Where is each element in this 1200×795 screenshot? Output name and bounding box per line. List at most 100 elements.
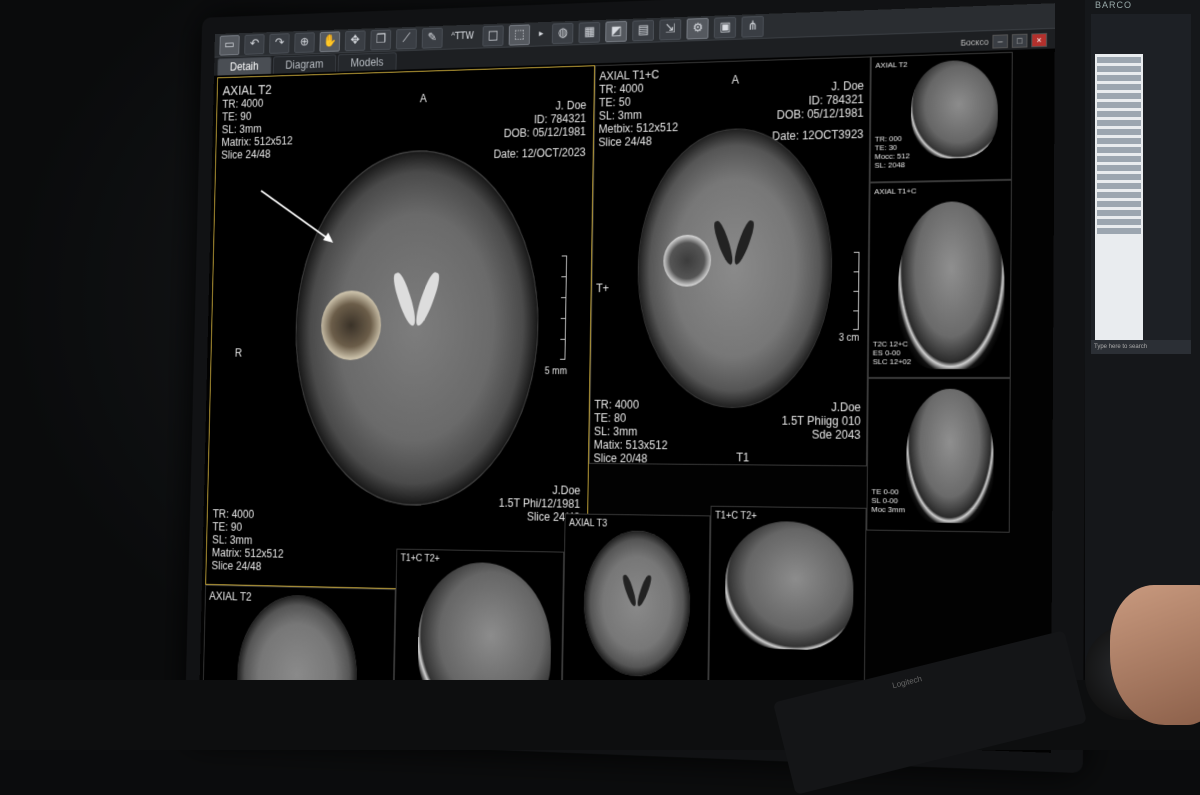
pan-hand-icon[interactable]: ✋ (319, 30, 341, 52)
tr-value: TR: 4000 (222, 96, 264, 111)
coronal-image (905, 388, 994, 524)
ventricle (711, 219, 736, 267)
sagittal-image (910, 59, 999, 160)
scale-bar (557, 255, 568, 360)
window-controls: Босксо – □ × (960, 33, 1048, 50)
scale-label: 3 cm (838, 332, 860, 344)
text-tool-button[interactable]: ᴬTTW (448, 27, 478, 47)
patient-name: J. Doe (831, 78, 864, 94)
thumb-label: T1+C T2+ (400, 553, 440, 565)
bottom-left-info-1: TE: 80 (593, 411, 627, 425)
open-folder-icon[interactable]: ▭ (219, 34, 240, 56)
thumb-label: AXIAL T2 (208, 589, 252, 604)
axial-t1c-brain-image (635, 126, 834, 409)
series-label: AXIAL T1+C (599, 67, 660, 84)
thumb-info: TR: 000 TE: 30 Mocc: 512 SL: 2048 (874, 134, 910, 170)
viewport-axial-t2[interactable]: AXIAL T2 TR: 4000 TE: 90 SL: 3mm Matrix:… (205, 65, 596, 594)
redo-icon[interactable]: ↷ (269, 32, 290, 54)
axial-image (582, 529, 691, 678)
keyboard-brand: Logitech (891, 674, 923, 691)
orientation-bottom-marker: T1 (736, 450, 750, 465)
matrix-value: Matrix: 512x512 (221, 134, 293, 149)
network-icon[interactable]: ⋔ (741, 15, 765, 38)
export-icon[interactable]: ▣ (714, 16, 737, 39)
sl-value: SL: 3mm (221, 122, 262, 137)
pen-icon[interactable]: ✎ (421, 27, 443, 49)
bottom-right-info-2: Sde 2043 (811, 427, 861, 442)
tab-detail[interactable]: Detaih (217, 56, 272, 76)
roi-square-icon[interactable]: □ (482, 24, 504, 47)
maximize-button[interactable]: □ (1011, 33, 1028, 48)
sagittal-image (724, 520, 855, 651)
enhancing-lesion (663, 234, 712, 287)
viewport-axial-t1c[interactable]: AXIAL T1+C TR: 4000 TE: 50 SL: 3mm Metbi… (588, 56, 871, 467)
bottom-right-info-0: J.Doe (831, 400, 861, 415)
study-date: Date: 12OCT3923 (772, 127, 864, 144)
copy-icon[interactable]: ❐ (370, 29, 392, 50)
bottom-right-info-0: J.Doe (552, 483, 581, 498)
zoom-icon[interactable]: ⊕ (294, 31, 315, 53)
annotation-arrow-icon (256, 184, 342, 250)
secondary-screen: Type here to search (1091, 14, 1191, 354)
taskbar-search[interactable]: Type here to search (1091, 340, 1191, 354)
series-label: AXIAL T2 (222, 81, 272, 99)
thumb-label: T1+C T2+ (715, 510, 757, 522)
settings-gear-icon[interactable]: ⚙ (686, 17, 709, 40)
tab-models[interactable]: Models (337, 52, 397, 72)
te-value: TE: 90 (221, 109, 252, 124)
matrix-value: Metbix: 512x512 (598, 120, 679, 136)
tr-value: TR: 4000 (599, 81, 644, 97)
ventricle (412, 270, 443, 328)
sl-value: SL: 3mm (598, 108, 643, 123)
layout-icon[interactable]: ▤ (632, 19, 655, 41)
window-level-icon[interactable]: ◩ (605, 20, 628, 42)
ventricle (621, 573, 639, 608)
bottom-left-info-4: Slice 20/48 (593, 451, 648, 466)
thumb-info: TE 0-00 SL 0-00 Moc 3mm (871, 487, 906, 515)
bottom-right-info-1: 1.5T Phiigg 010 (781, 413, 861, 429)
file-tree-panel (1095, 54, 1143, 344)
bottom-right-info-1: 1.5T Phi/12/1981 (498, 496, 581, 511)
ventricle (390, 270, 419, 328)
move-icon[interactable]: ✥ (344, 29, 366, 51)
import-icon[interactable]: ⇲ (659, 18, 682, 40)
window-title: Босксо (960, 36, 989, 48)
orientation-top-marker: A (419, 91, 427, 106)
tab-diagram[interactable]: Diagram (272, 54, 337, 74)
thumb-label: AXIAL T1+C (874, 186, 917, 197)
thumb-info: T2C 12+C ES 0-00 SLC 12+02 (872, 339, 912, 367)
slice-value: Slice 24/48 (221, 147, 271, 162)
scale-label: 5 mm (544, 366, 568, 377)
globe-icon[interactable]: ◍ (552, 22, 574, 44)
bottom-left-info-0: TR: 4000 (594, 397, 640, 412)
select-region-icon[interactable]: ⬚ (508, 23, 531, 46)
orientation-left-marker: T+ (595, 281, 610, 295)
pacs-viewer-screen: ▭ ↶ ↷ ⊕ ✋ ✥ ❐ ⟋ ✎ ᴬTTW □ ⬚ ▸ ◍ ▦ ◩ ▤ ⇲ ⚙… (198, 3, 1056, 753)
viewport-thumb-right-1[interactable]: AXIAL T1+C T2C 12+C ES 0-00 SLC 12+02 (867, 179, 1012, 378)
scale-bar (850, 251, 860, 330)
viewport-thumb-right-2[interactable]: TE 0-00 SL 0-00 Moc 3mm (866, 377, 1011, 533)
patient-id: ID: 784321 (533, 111, 587, 127)
study-date: Date: 12/OCT/2023 (493, 145, 586, 161)
measure-icon[interactable]: ⟋ (395, 28, 417, 50)
play-icon[interactable]: ▸ (535, 24, 547, 43)
grid-icon[interactable]: ▦ (578, 21, 601, 43)
bottom-left-info-2: SL: 3mm (593, 424, 638, 439)
bottom-left-info-1: TE: 90 (212, 520, 243, 534)
undo-icon[interactable]: ↶ (244, 33, 265, 55)
bottom-left-info-3: Matix: 513x512 (593, 438, 668, 453)
patient-dob: DOB: 05/12/1981 (503, 124, 587, 141)
coronal-image (897, 200, 1005, 370)
viewport-thumb-right-0[interactable]: AXIAL T2 TR: 000 TE: 30 Mocc: 512 SL: 20… (869, 51, 1013, 183)
minimize-button[interactable]: – (992, 34, 1009, 49)
patient-dob: DOB: 05/12/1981 (776, 105, 864, 122)
ventricle (635, 574, 654, 608)
te-value: TE: 50 (598, 95, 631, 110)
bottom-left-info-2: SL: 3mm (211, 533, 253, 547)
patient-name: J. Doe (555, 98, 587, 113)
thumb-label: AXIAL T2 (875, 60, 908, 70)
orientation-top-marker: A (731, 73, 740, 87)
bottom-left-info-4: Slice 24/48 (211, 559, 262, 574)
close-button[interactable]: × (1031, 33, 1048, 48)
monitor-brand-logo: BARCO (1095, 0, 1133, 10)
